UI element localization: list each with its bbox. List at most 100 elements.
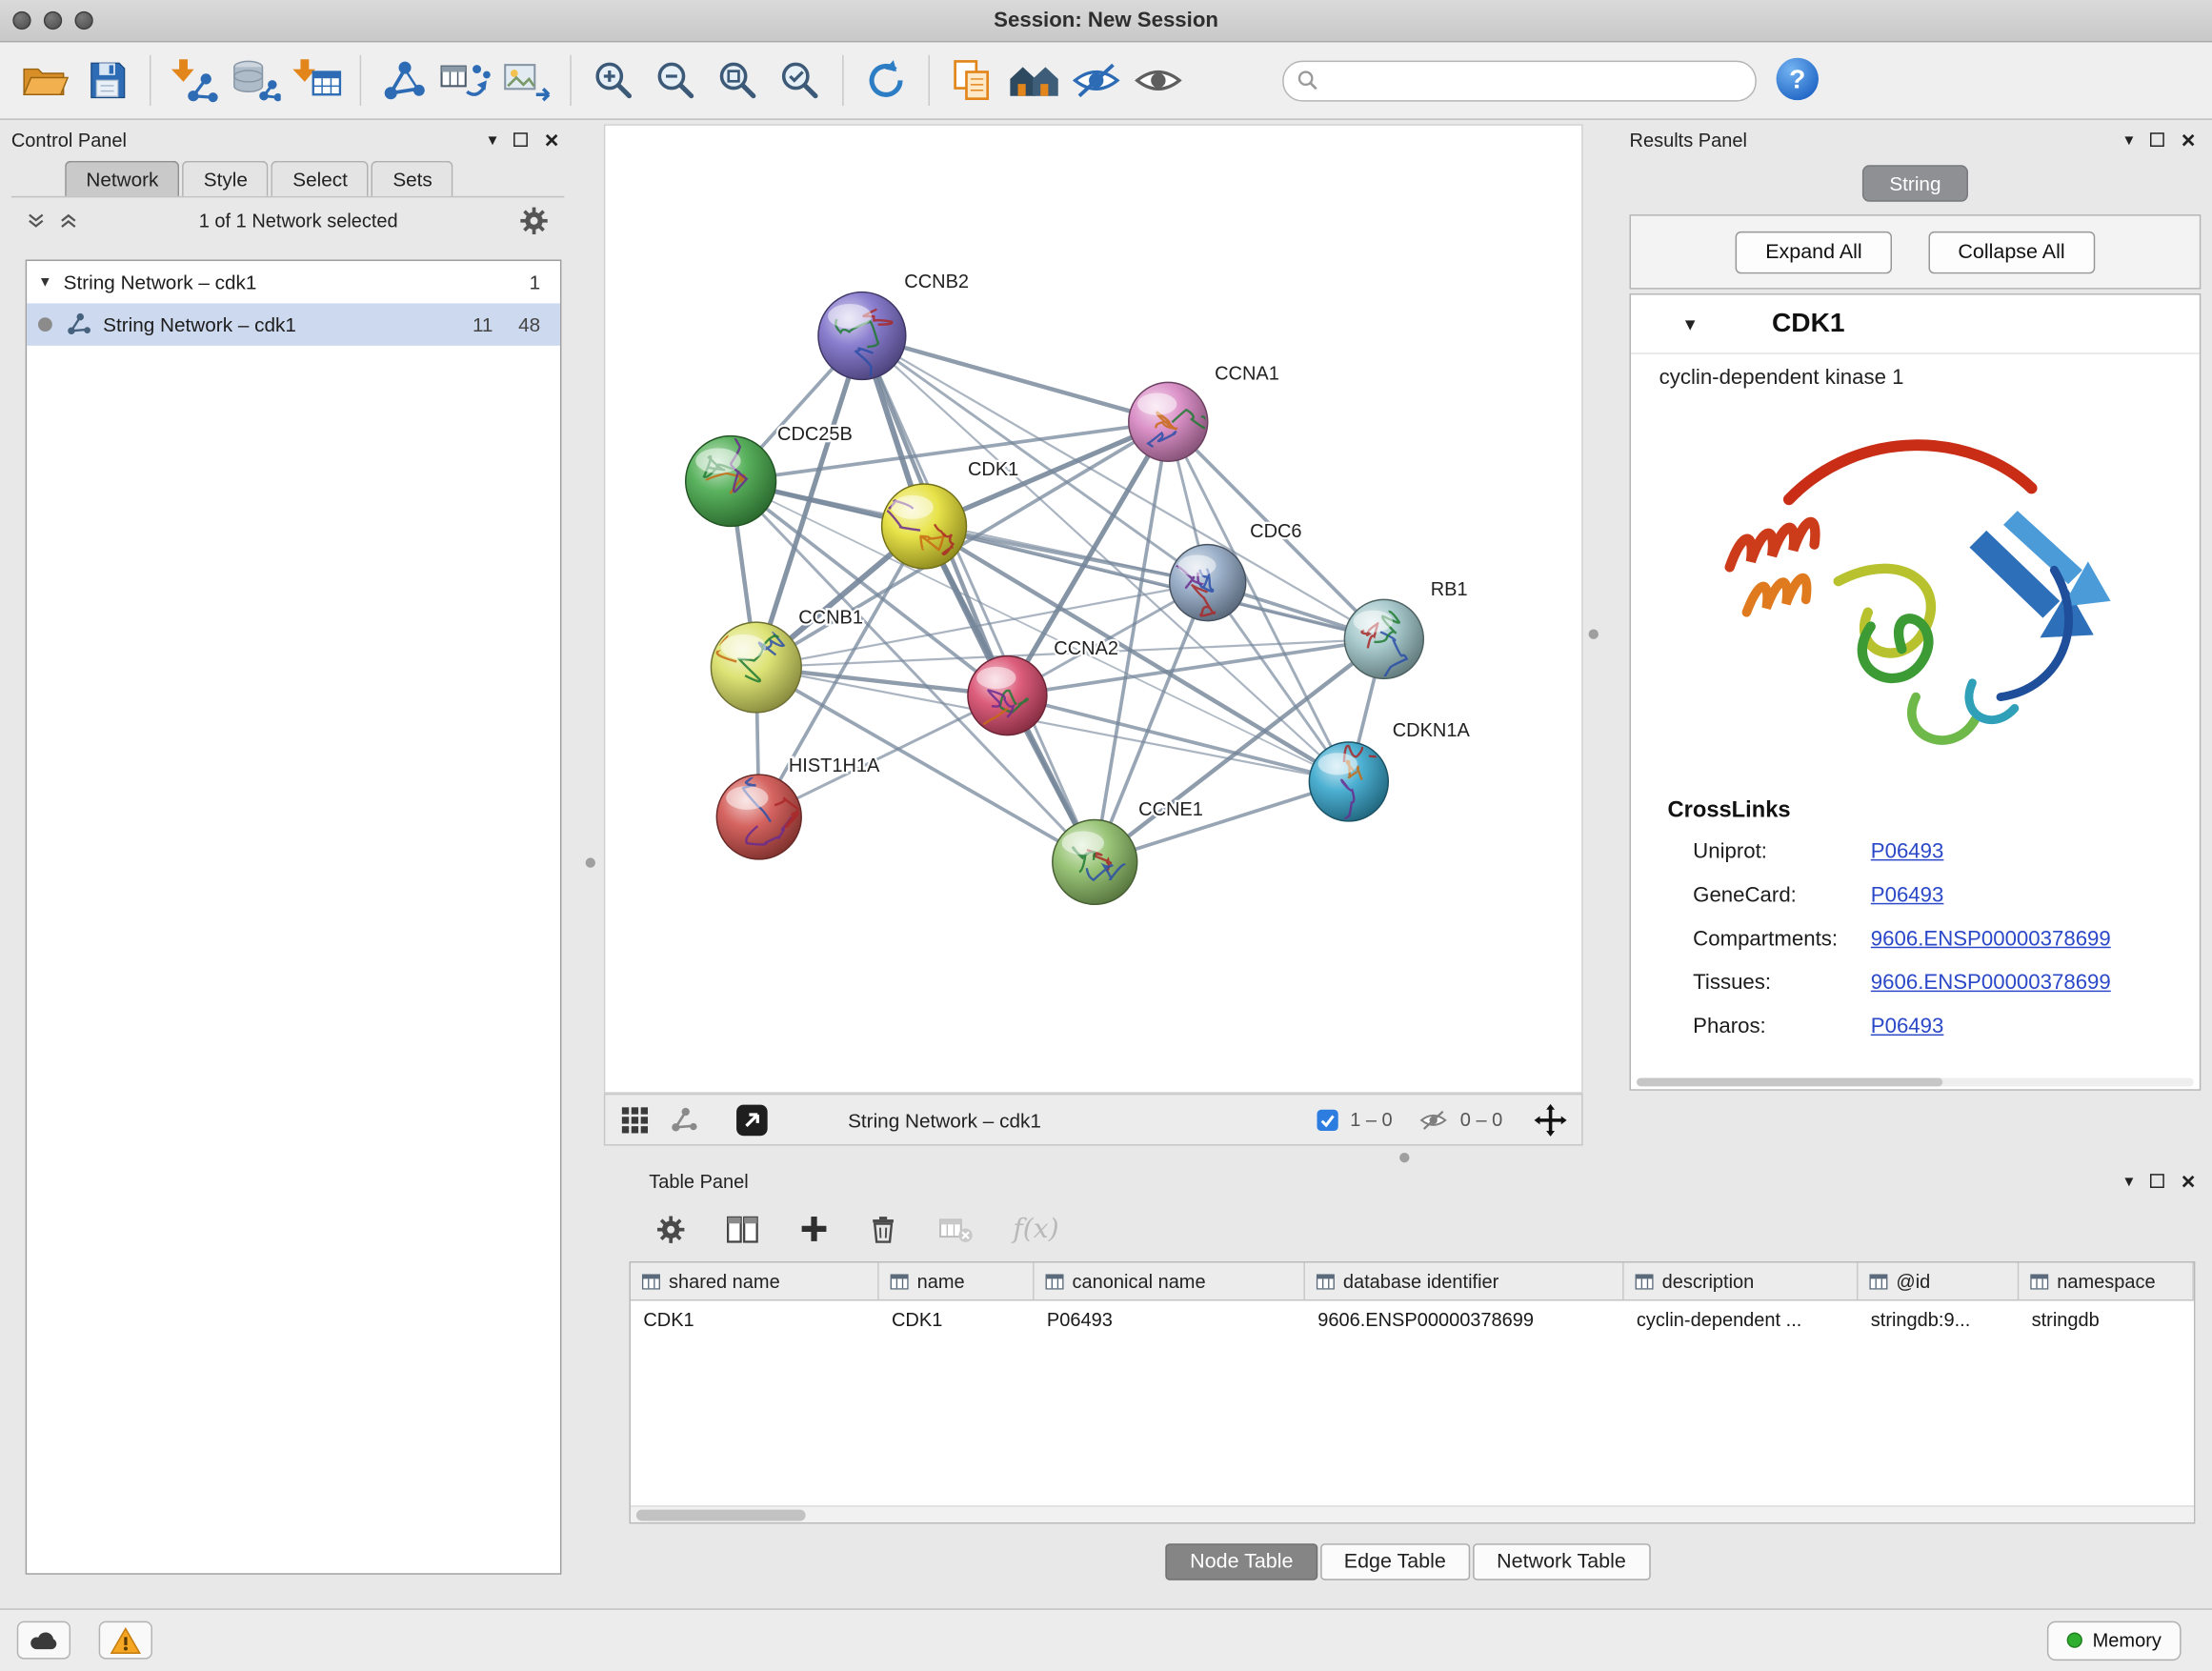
network-node-ccnb2[interactable] — [818, 292, 906, 393]
crosslink-link[interactable]: 9606.ENSP00000378699 — [1871, 961, 2111, 1005]
crosslink-label: GeneCard: — [1693, 874, 1871, 917]
warnings-button[interactable] — [99, 1621, 152, 1660]
network-node-cdc6[interactable] — [1170, 545, 1246, 621]
new-network-button[interactable] — [372, 48, 434, 112]
table-cell[interactable]: 9606.ENSP00000378699 — [1305, 1300, 1624, 1339]
cloud-status-button[interactable] — [17, 1621, 70, 1660]
panel-close-icon[interactable]: × — [545, 128, 559, 151]
network-node-ccnb1[interactable] — [711, 622, 801, 713]
table-cell[interactable]: CDK1 — [631, 1300, 879, 1339]
move-crosshair-icon[interactable] — [1534, 1102, 1568, 1137]
import-table-icon — [292, 58, 343, 103]
network-collection-row[interactable]: ▼ String Network – cdk1 1 — [27, 261, 560, 303]
delete-table-button[interactable] — [936, 1214, 975, 1245]
selected-checkbox-icon[interactable] — [1317, 1108, 1339, 1131]
tab-sets[interactable]: Sets — [372, 161, 453, 196]
crosslink-link[interactable]: 9606.ENSP00000378699 — [1871, 917, 2111, 961]
expand-all-button[interactable]: Expand All — [1736, 231, 1892, 272]
crosslink-link[interactable]: P06493 — [1871, 830, 1944, 874]
import-table-button[interactable] — [287, 48, 349, 112]
function-builder-button[interactable]: f(x) — [1013, 1214, 1058, 1245]
column-header-canonical-name[interactable]: canonical name — [1035, 1262, 1305, 1299]
save-session-button[interactable] — [76, 48, 138, 112]
network-node-hist1h1a[interactable] — [716, 771, 801, 859]
add-column-button[interactable] — [798, 1214, 830, 1245]
table-cell[interactable]: stringdb:9... — [1858, 1300, 2019, 1339]
table-cell[interactable]: CDK1 — [879, 1300, 1035, 1339]
network-overview-button[interactable] — [670, 1105, 698, 1134]
tab-edge-table[interactable]: Edge Table — [1320, 1543, 1470, 1580]
string-results-tab[interactable]: String — [1862, 165, 1967, 202]
tab-style[interactable]: Style — [183, 161, 270, 196]
network-canvas[interactable]: CCNB2CCNA1CDC25BCDK1CDC6RB1CCNB1CCNA2CDK… — [605, 126, 1581, 1092]
import-network-file-button[interactable] — [162, 48, 224, 112]
panel-float-icon[interactable]: ▾ — [488, 131, 496, 149]
network-edge[interactable] — [862, 335, 1095, 861]
bottom-splitter-handle[interactable] — [1399, 1153, 1409, 1162]
column-header-namespace[interactable]: namespace — [2019, 1262, 2194, 1299]
hide-selected-button[interactable] — [1065, 48, 1127, 112]
export-image-button[interactable] — [496, 48, 558, 112]
tab-select[interactable]: Select — [271, 161, 369, 196]
panel-close-icon[interactable]: × — [2182, 1169, 2196, 1193]
right-splitter-handle[interactable] — [1589, 630, 1599, 639]
panel-float-icon[interactable]: ▾ — [2124, 131, 2133, 149]
table-cell[interactable]: P06493 — [1035, 1300, 1305, 1339]
zoom-selected-button[interactable] — [769, 48, 831, 112]
birds-eye-view-button[interactable] — [619, 1104, 651, 1136]
tab-node-table[interactable]: Node Table — [1166, 1543, 1317, 1580]
crosslink-link[interactable]: P06493 — [1871, 1004, 1944, 1048]
column-label: namespace — [2057, 1271, 2155, 1292]
show-all-button[interactable] — [1127, 48, 1189, 112]
column-header-database-identifier[interactable]: database identifier — [1305, 1262, 1624, 1299]
apply-layout-button[interactable] — [855, 48, 916, 112]
left-splitter-handle[interactable] — [586, 857, 595, 867]
tab-network[interactable]: Network — [65, 161, 179, 196]
help-button[interactable]: ? — [1774, 54, 1821, 107]
panel-maximize-icon[interactable] — [2150, 132, 2164, 147]
gear-icon[interactable] — [518, 205, 551, 237]
network-node-cdkn1a[interactable] — [1309, 742, 1388, 827]
memory-button[interactable]: Memory — [2047, 1621, 2181, 1660]
zoom-fit-button[interactable] — [707, 48, 769, 112]
network-node-cdk1[interactable] — [882, 484, 967, 569]
collection-expand-icon[interactable]: ▼ — [27, 274, 64, 290]
network-node-ccne1[interactable] — [1053, 819, 1137, 904]
column-header-description[interactable]: description — [1624, 1262, 1859, 1299]
search-input[interactable] — [1319, 64, 1756, 98]
delete-column-button[interactable] — [868, 1213, 899, 1245]
collapse-all-icon[interactable] — [26, 211, 47, 232]
export-network-button[interactable] — [735, 1102, 770, 1137]
import-network-database-button[interactable] — [224, 48, 286, 112]
expand-all-icon[interactable] — [58, 211, 79, 232]
table-cell[interactable]: cyclin-dependent ... — [1624, 1300, 1859, 1339]
column-header-shared-name[interactable]: shared name — [631, 1262, 879, 1299]
network-row-selected[interactable]: String Network – cdk1 11 48 — [27, 303, 560, 345]
table-settings-button[interactable] — [654, 1213, 687, 1245]
column-header-name[interactable]: name — [879, 1262, 1035, 1299]
new-network-from-table-button[interactable] — [434, 48, 496, 112]
open-session-button[interactable] — [14, 48, 76, 112]
results-scrollbar[interactable] — [1637, 1077, 2194, 1086]
table-row[interactable]: CDK1CDK1P064939606.ENSP00000378699cyclin… — [631, 1300, 2194, 1339]
show-columns-button[interactable] — [725, 1213, 760, 1245]
first-neighbors-button[interactable] — [1003, 48, 1065, 112]
panel-close-icon[interactable]: × — [2182, 128, 2196, 151]
zoom-in-button[interactable] — [583, 48, 645, 112]
panel-maximize-icon[interactable] — [2150, 1174, 2164, 1188]
tab-network-table[interactable]: Network Table — [1473, 1543, 1650, 1580]
zoom-out-button[interactable] — [645, 48, 707, 112]
table-hscrollbar[interactable] — [631, 1505, 2194, 1522]
network-node-ccna1[interactable] — [1129, 382, 1213, 461]
import-network-database-icon — [230, 58, 280, 103]
network-view: CCNB2CCNA1CDC25BCDK1CDC6RB1CCNB1CCNA2CDK… — [604, 124, 1583, 1093]
collapse-all-button[interactable]: Collapse All — [1928, 231, 2094, 272]
panel-float-icon[interactable]: ▾ — [2124, 1173, 2133, 1190]
copy-document-button[interactable] — [941, 48, 1003, 112]
column-header--id[interactable]: @id — [1858, 1262, 2019, 1299]
panel-maximize-icon[interactable] — [513, 132, 528, 147]
crosslink-link[interactable]: P06493 — [1871, 874, 1944, 917]
network-node-rb1[interactable] — [1344, 599, 1423, 681]
table-cell[interactable]: stringdb — [2019, 1300, 2194, 1339]
card-collapse-icon[interactable]: ▼ — [1681, 314, 1699, 334]
